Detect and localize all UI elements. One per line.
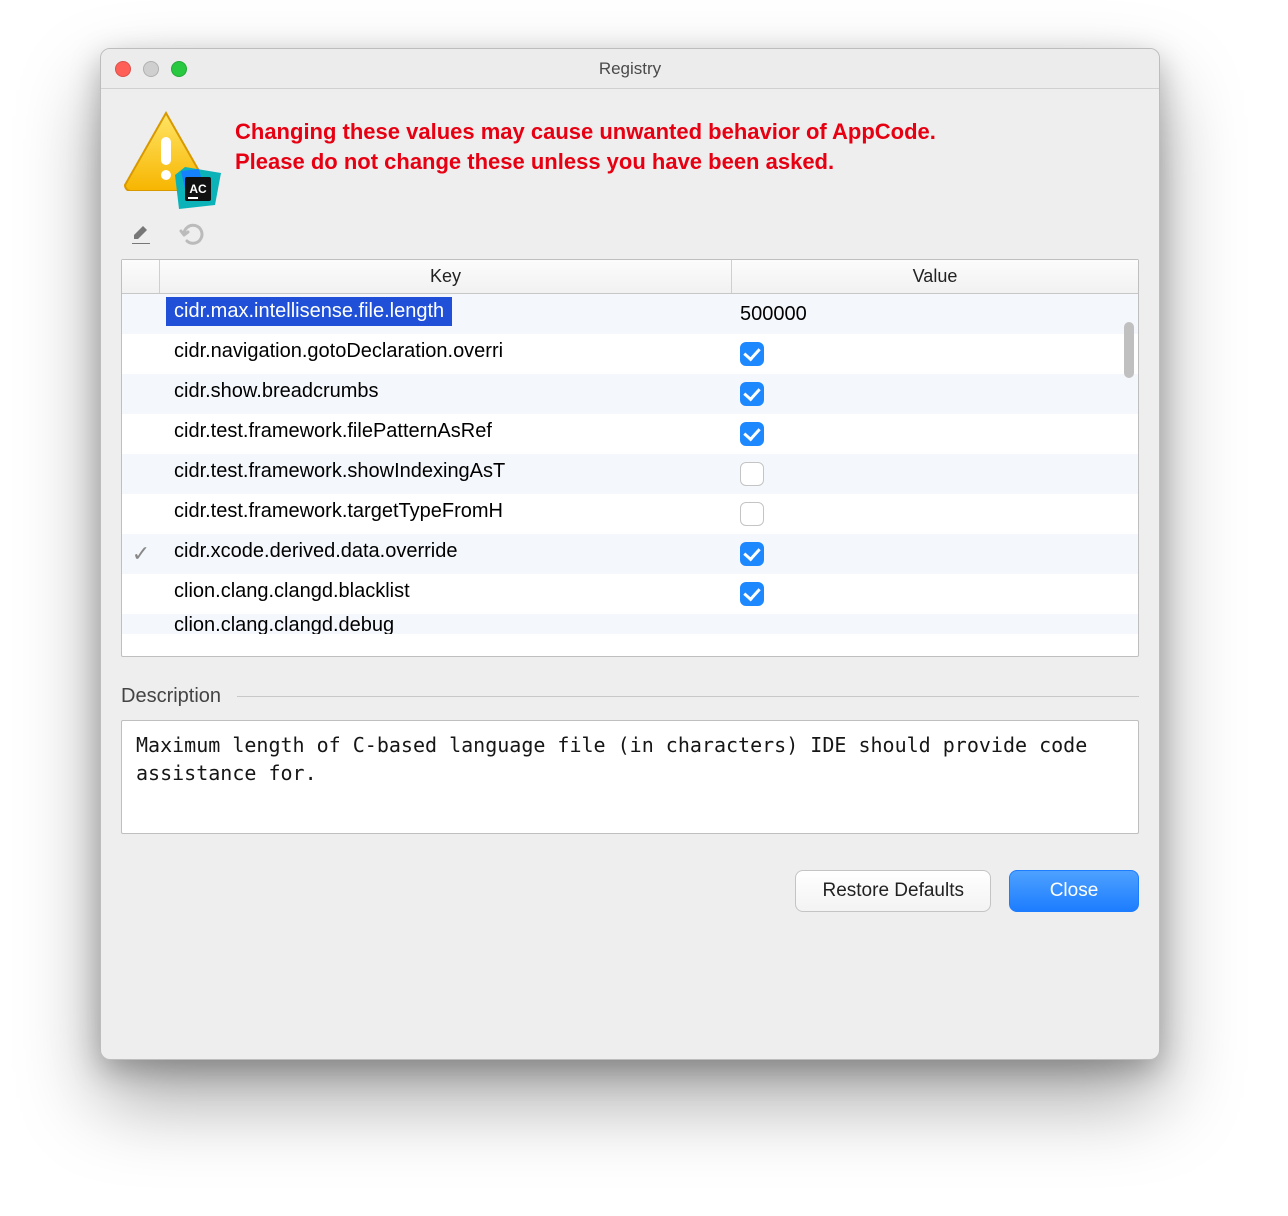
table-body[interactable]: cidr.max.intellisense.file.length500000c… [122, 294, 1138, 656]
checkbox[interactable] [740, 502, 764, 526]
edit-button[interactable] [127, 221, 155, 249]
table-row[interactable]: cidr.show.breadcrumbs [122, 374, 1138, 414]
value-cell[interactable] [732, 422, 1138, 446]
window-title: Registry [599, 59, 661, 79]
checkbox[interactable] [740, 542, 764, 566]
table-row[interactable]: clion.clang.clangd.blacklist [122, 574, 1138, 614]
key-cell[interactable]: clion.clang.clangd.debug [160, 614, 732, 634]
key-cell[interactable]: cidr.xcode.derived.data.override [160, 537, 732, 572]
description-label: Description [121, 685, 221, 708]
title-bar: Registry [101, 49, 1159, 89]
revert-button[interactable] [177, 221, 205, 249]
key-cell[interactable]: cidr.test.framework.filePatternAsRef [160, 417, 732, 452]
table-row[interactable]: cidr.max.intellisense.file.length 500000 [122, 294, 1138, 334]
window-controls [115, 61, 187, 77]
column-value[interactable]: Value [732, 260, 1138, 293]
checkbox[interactable] [740, 462, 764, 486]
svg-text:AC: AC [189, 182, 207, 196]
separator [237, 696, 1139, 697]
table-row[interactable]: cidr.test.framework.filePatternAsRef [122, 414, 1138, 454]
value-text[interactable]: 500000 [740, 303, 807, 326]
column-modified[interactable] [122, 260, 160, 293]
key-cell[interactable]: cidr.navigation.gotoDeclaration.overri [160, 337, 732, 372]
close-window-icon[interactable] [115, 61, 131, 77]
warning-header: AC Changing these values may cause unwan… [121, 109, 1139, 205]
restore-defaults-button[interactable]: Restore Defaults [795, 870, 991, 912]
dialog-content: AC Changing these values may cause unwan… [101, 89, 1159, 1059]
warning-line-2: Please do not change these unless you ha… [235, 147, 936, 177]
warning-text: Changing these values may cause unwanted… [235, 109, 936, 176]
checkbox[interactable] [740, 582, 764, 606]
value-cell[interactable]: 500000 [732, 303, 1138, 326]
key-cell[interactable]: cidr.test.framework.showIndexingAsT [160, 457, 732, 492]
modified-marker: ✓ [122, 541, 160, 567]
registry-table: Key Value cidr.max.intellisense.file.len… [121, 259, 1139, 657]
table-header: Key Value [122, 260, 1138, 294]
value-cell[interactable] [732, 462, 1138, 486]
table-row[interactable]: ✓cidr.xcode.derived.data.override [122, 534, 1138, 574]
value-cell[interactable] [732, 614, 1138, 634]
value-cell[interactable] [732, 342, 1138, 366]
warning-line-1: Changing these values may cause unwanted… [235, 117, 936, 147]
modified-marker [122, 614, 160, 634]
description-text: Maximum length of C-based language file … [121, 720, 1139, 834]
key-cell[interactable]: clion.clang.clangd.blacklist [160, 577, 732, 612]
checkbox[interactable] [740, 422, 764, 446]
description-section: Description Maximum length of C-based la… [121, 685, 1139, 834]
key-cell[interactable]: cidr.max.intellisense.file.length [160, 297, 732, 332]
scrollbar-thumb[interactable] [1124, 322, 1134, 378]
table-row[interactable]: cidr.test.framework.targetTypeFromH [122, 494, 1138, 534]
dialog-buttons: Restore Defaults Close [121, 870, 1139, 912]
appcode-badge-icon: AC [175, 167, 221, 209]
registry-dialog: Registry [100, 48, 1160, 1060]
close-button[interactable]: Close [1009, 870, 1139, 912]
value-cell[interactable] [732, 542, 1138, 566]
key-cell[interactable]: cidr.test.framework.targetTypeFromH [160, 497, 732, 532]
toolbar [121, 215, 1139, 259]
checkbox[interactable] [740, 342, 764, 366]
warning-icon: AC [121, 109, 217, 205]
value-cell[interactable] [732, 582, 1138, 606]
table-row[interactable]: clion.clang.clangd.debug [122, 614, 1138, 634]
value-cell[interactable] [732, 502, 1138, 526]
checkbox[interactable] [740, 382, 764, 406]
column-key[interactable]: Key [160, 260, 732, 293]
minimize-window-icon[interactable] [143, 61, 159, 77]
zoom-window-icon[interactable] [171, 61, 187, 77]
table-row[interactable]: cidr.test.framework.showIndexingAsT [122, 454, 1138, 494]
table-row[interactable]: cidr.navigation.gotoDeclaration.overri [122, 334, 1138, 374]
key-cell[interactable]: cidr.show.breadcrumbs [160, 377, 732, 412]
value-cell[interactable] [732, 382, 1138, 406]
